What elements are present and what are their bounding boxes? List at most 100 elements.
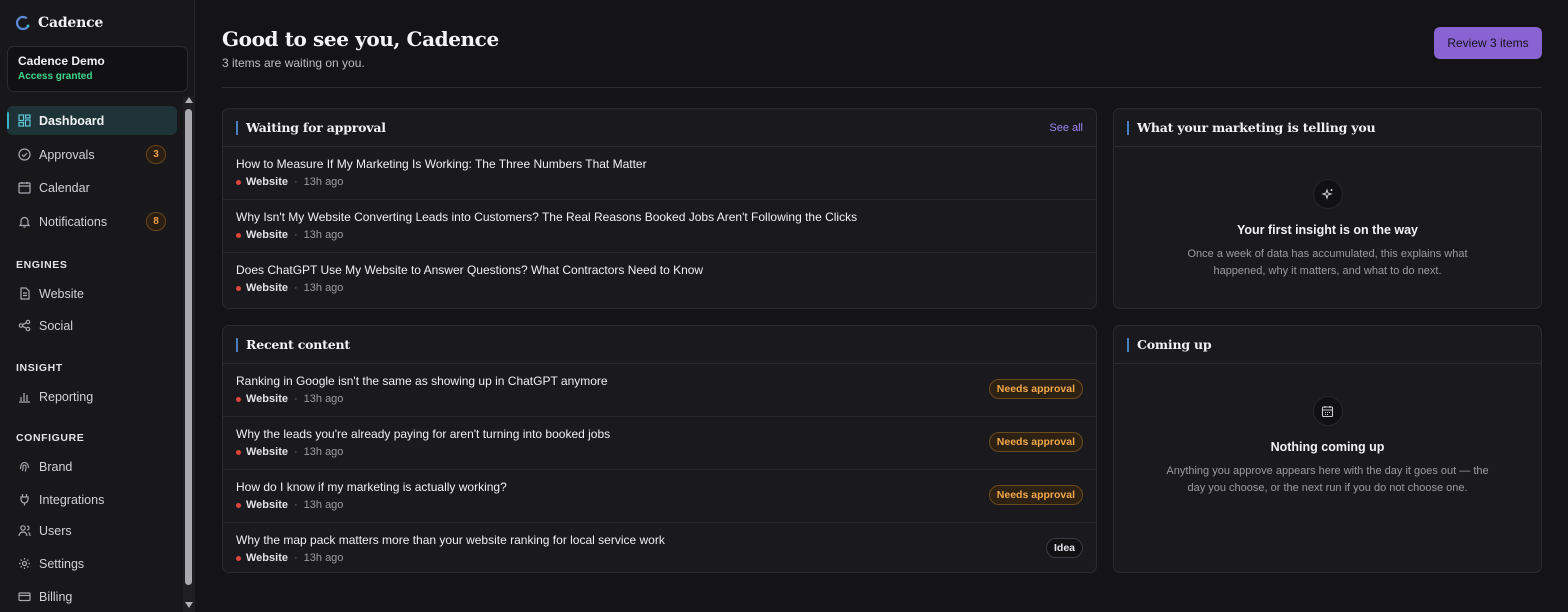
item-time: 13h ago xyxy=(303,229,344,241)
check-circle-icon xyxy=(17,148,31,162)
item-channel: Website xyxy=(246,229,288,241)
item-title: How do I know if my marketing is actuall… xyxy=(236,480,507,494)
page-subtitle: 3 items are waiting on you. xyxy=(222,56,365,70)
item-time: 13h ago xyxy=(303,282,344,294)
sidebar: Cadence Cadence Demo Access granted Dash… xyxy=(0,0,195,612)
header-divider xyxy=(222,87,1542,88)
sidebar-item-label: Brand xyxy=(39,459,73,474)
sidebar-item-billing[interactable]: Billing xyxy=(7,582,177,611)
list-item[interactable]: Why Isn't My Website Converting Leads in… xyxy=(223,200,1096,253)
card-header: Waiting for approval See all xyxy=(223,109,1096,147)
calendar-icon xyxy=(1312,396,1343,426)
card-title: Recent content xyxy=(236,337,350,352)
bell-icon xyxy=(17,215,31,229)
sidebar-item-integrations[interactable]: Integrations xyxy=(7,485,177,514)
nav-section-insight: INSIGHT xyxy=(16,362,63,374)
meta-separator: · xyxy=(293,499,298,511)
item-time: 13h ago xyxy=(303,499,344,511)
card-title: Waiting for approval xyxy=(236,120,386,135)
item-title: Why the map pack matters more than your … xyxy=(236,533,665,547)
status-badge: Needs approval xyxy=(988,485,1083,505)
list-item[interactable]: Why the leads you're already paying for … xyxy=(223,417,1096,470)
card-header: Coming up xyxy=(1114,326,1541,364)
scroll-down-icon[interactable] xyxy=(185,602,193,608)
list-item[interactable]: Does ChatGPT Use My Website to Answer Qu… xyxy=(223,253,1096,306)
sidebar-item-label: Social xyxy=(39,318,74,333)
sidebar-scrollbar[interactable] xyxy=(183,97,195,612)
sidebar-item-users[interactable]: Users xyxy=(7,516,177,545)
notifications-count-badge: 8 xyxy=(146,212,166,231)
nav-section-engines: ENGINES xyxy=(16,259,68,271)
channel-dot-icon xyxy=(236,396,241,402)
sidebar-item-settings[interactable]: Settings xyxy=(7,549,177,578)
sidebar-item-social[interactable]: Social xyxy=(7,311,177,340)
insight-card: What your marketing is telling you Your … xyxy=(1113,108,1542,309)
item-time: 13h ago xyxy=(303,393,344,405)
sidebar-item-calendar[interactable]: Calendar xyxy=(7,173,177,202)
meta-separator: · xyxy=(293,552,298,564)
empty-body: Once a week of data has accumulated, thi… xyxy=(1187,248,1468,277)
scroll-up-icon[interactable] xyxy=(185,97,193,103)
plug-icon xyxy=(17,493,31,507)
empty-state: Your first insight is on the way Once a … xyxy=(1114,179,1541,280)
channel-dot-icon xyxy=(236,449,241,455)
scroll-thumb[interactable] xyxy=(185,109,192,585)
item-meta: Website · 13h ago xyxy=(236,552,1083,564)
item-title: How to Measure If My Marketing Is Workin… xyxy=(236,157,647,171)
list-item[interactable]: How to Measure If My Marketing Is Workin… xyxy=(223,147,1096,200)
status-badge: Needs approval xyxy=(988,379,1083,399)
dashboard-icon xyxy=(17,114,31,128)
item-channel: Website xyxy=(246,393,288,405)
sidebar-item-brand[interactable]: Brand xyxy=(7,452,177,481)
item-time: 13h ago xyxy=(303,552,344,564)
sidebar-item-reporting[interactable]: Reporting xyxy=(7,382,177,411)
item-channel: Website xyxy=(246,552,288,564)
card-title: Coming up xyxy=(1127,337,1212,352)
sidebar-item-label: Integrations xyxy=(39,492,105,507)
recent-content-card: Recent content Ranking in Google isn't t… xyxy=(222,325,1097,573)
item-channel: Website xyxy=(246,282,288,294)
list-item[interactable]: Why the map pack matters more than your … xyxy=(223,523,1096,572)
sidebar-item-website[interactable]: Website xyxy=(7,279,177,308)
workspace-switcher[interactable]: Cadence Demo Access granted xyxy=(7,46,188,92)
sparkle-icon xyxy=(1312,179,1343,209)
credit-card-icon xyxy=(17,590,31,604)
nav-section-configure: CONFIGURE xyxy=(16,432,85,444)
sidebar-item-label: Approvals xyxy=(39,147,95,162)
sidebar-item-label: Settings xyxy=(39,556,85,571)
brand-name: Cadence xyxy=(38,15,104,31)
see-all-link[interactable]: See all xyxy=(1049,122,1083,134)
item-channel: Website xyxy=(246,176,288,188)
document-icon xyxy=(17,287,31,301)
page-title: Good to see you, Cadence xyxy=(222,27,499,51)
card-title: What your marketing is telling you xyxy=(1127,120,1376,135)
channel-dot-icon xyxy=(236,179,241,185)
channel-dot-icon xyxy=(236,502,241,508)
item-title: Does ChatGPT Use My Website to Answer Qu… xyxy=(236,263,704,277)
sidebar-item-notifications[interactable]: Notifications 8 xyxy=(7,207,177,236)
workspace-name: Cadence Demo xyxy=(18,54,105,68)
sidebar-item-label: Reporting xyxy=(39,389,94,404)
review-items-button[interactable]: Review 3 items xyxy=(1434,27,1542,59)
meta-separator: · xyxy=(293,393,298,405)
item-title: Why Isn't My Website Converting Leads in… xyxy=(236,210,858,224)
status-badge: Needs approval xyxy=(988,432,1083,452)
sidebar-item-approvals[interactable]: Approvals 3 xyxy=(7,140,177,169)
sidebar-item-label: Billing xyxy=(39,589,73,604)
brand[interactable]: Cadence xyxy=(15,14,103,32)
workspace-status: Access granted xyxy=(18,71,93,82)
fingerprint-icon xyxy=(17,460,31,474)
list-item[interactable]: How do I know if my marketing is actuall… xyxy=(223,470,1096,523)
empty-state: Nothing coming up Anything you approve a… xyxy=(1114,396,1541,497)
empty-title: Your first insight is on the way xyxy=(1236,223,1419,237)
list-item[interactable]: Ranking in Google isn't the same as show… xyxy=(223,364,1096,417)
channel-dot-icon xyxy=(236,555,241,561)
item-channel: Website xyxy=(246,446,288,458)
calendar-icon xyxy=(17,181,31,195)
status-badge: Idea xyxy=(1045,538,1083,558)
card-header: Recent content xyxy=(223,326,1096,364)
app: Cadence Cadence Demo Access granted Dash… xyxy=(0,0,1568,612)
gear-icon xyxy=(17,557,31,571)
sidebar-item-dashboard[interactable]: Dashboard xyxy=(7,106,177,135)
sidebar-item-label: Calendar xyxy=(39,180,90,195)
